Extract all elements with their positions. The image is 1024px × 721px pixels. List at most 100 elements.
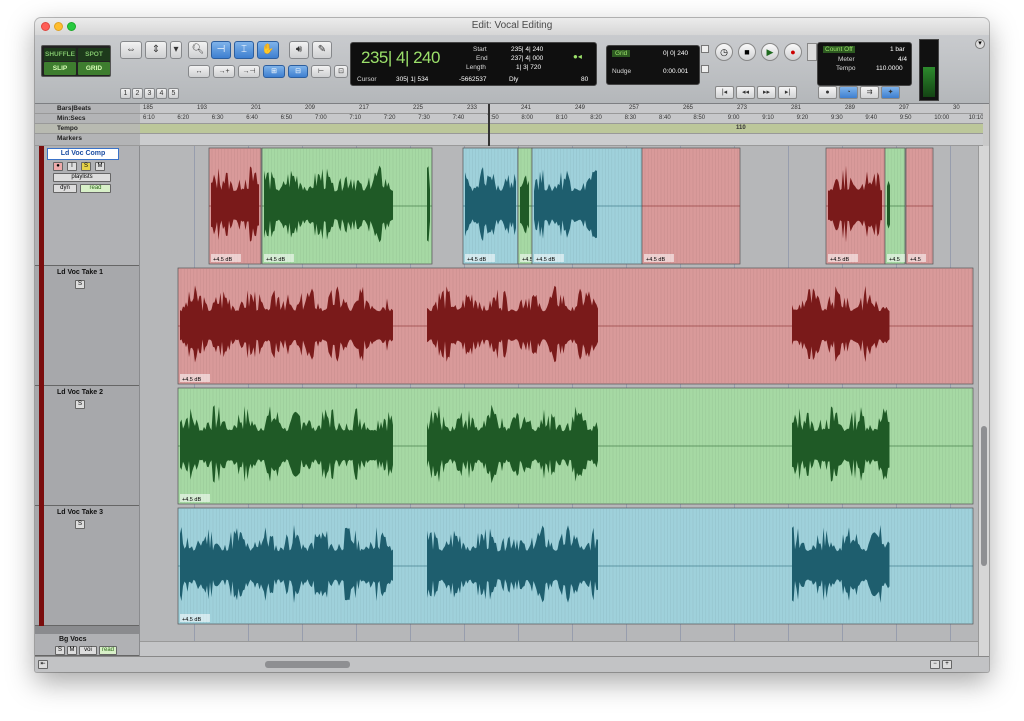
markers-ruler-label[interactable]: Markers (35, 134, 140, 146)
zoom-preset-1[interactable]: 1 (120, 88, 131, 99)
conductor-icon[interactable]: ✦ (881, 86, 900, 99)
clip-gain-label[interactable]: +4.5 (889, 257, 900, 263)
markers-ruler[interactable] (140, 134, 983, 146)
length-value[interactable]: 1| 3| 720 (516, 64, 541, 71)
zoom-toggle-icon[interactable]: ▾ (170, 41, 182, 59)
clip-gain-label[interactable]: +4.5 dB (182, 617, 201, 623)
grid-toggle-icon[interactable] (701, 45, 709, 53)
clip-gain-label[interactable]: +4.5 dB (182, 377, 201, 383)
rewind-icon[interactable]: ◂◂ (736, 86, 755, 99)
bg-vocs-lane[interactable] (140, 641, 978, 656)
slip-mode-button[interactable]: SLIP (44, 62, 76, 75)
clip-gain-label[interactable]: +4.5 (910, 257, 921, 263)
pencil-tool-icon[interactable]: ✎ (312, 41, 332, 59)
tempo-ruler-label[interactable]: Tempo (35, 124, 140, 134)
audio-clip[interactable] (641, 147, 741, 265)
grid-label[interactable]: Grid (612, 50, 631, 57)
shuffle-mode-button[interactable]: SHUFFLE (44, 48, 76, 61)
trimmer-tool-icon[interactable]: ⊣ (211, 41, 231, 59)
bg-vocs-solo-button[interactable]: S (55, 646, 65, 655)
metronome-icon[interactable]: ◔ (839, 86, 858, 99)
bars-beats-ruler-label[interactable]: Bars|Beats (35, 104, 140, 114)
record-icon[interactable]: ● (784, 43, 802, 61)
take-2-lane[interactable]: +4.5 dB (140, 386, 978, 506)
fast-forward-icon[interactable]: ▸▸ (757, 86, 776, 99)
automation-mode-selector[interactable]: read (80, 184, 111, 193)
clip-gain-label[interactable]: +4.5 (522, 257, 533, 263)
keyboard-focus-icon[interactable]: ⊢ (311, 65, 331, 78)
zoom-in-icon[interactable]: + (942, 660, 952, 669)
zoom-out-icon[interactable]: − (930, 660, 940, 669)
count-off-bars[interactable]: 1 bar (890, 46, 905, 53)
tempo-ruler[interactable]: 110 (140, 124, 983, 134)
take-1-lane[interactable]: +4.5 dB (140, 266, 978, 386)
bars-beats-ruler[interactable]: 185 193 201 209 217 225 233 241 249 257 265 273 281 2… (140, 104, 983, 114)
zoom-preset-5[interactable]: 5 (168, 88, 179, 99)
tab-to-transient-icon[interactable]: ↔ (188, 65, 210, 78)
zoom-preset-4[interactable]: 4 (156, 88, 167, 99)
toolbar-menu-icon[interactable]: ▾ (975, 39, 985, 49)
zoomer-tool-icon[interactable]: 🔍︎ (188, 41, 208, 59)
playhead-marker[interactable] (488, 104, 490, 146)
link-timeline-icon[interactable]: →+ (213, 65, 235, 78)
track-name[interactable]: Ld Voc Take 3 (57, 509, 103, 516)
bg-vocs-automation-mode[interactable]: read (99, 646, 117, 655)
count-off-button[interactable]: Count Off (823, 46, 855, 53)
nudge-count[interactable]: 80 (581, 76, 588, 83)
input-monitor-icon[interactable]: I (67, 162, 77, 171)
selector-tool-icon[interactable]: ⌶ (234, 41, 254, 59)
midi-input-icon[interactable]: ●◂ (573, 52, 589, 62)
insertion-follows-icon[interactable]: ⊟ (288, 65, 308, 78)
bg-vocs-mute-button[interactable]: M (67, 646, 77, 655)
clip-gain-label[interactable]: +4.5 dB (266, 257, 285, 263)
ld-voc-comp-lane[interactable]: +4.5 dB +4.5 dB +4.5 dB +4.5 +4.5 dB +4.5 dB +… (140, 146, 978, 266)
scrubber-tool-icon[interactable]: 🔊︎ (289, 41, 309, 59)
dynamics-selector[interactable]: dyn (53, 184, 77, 193)
track-list-toggle-icon[interactable]: ⇤ (38, 660, 48, 669)
start-value[interactable]: 235| 4| 240 (511, 46, 543, 53)
playlists-selector[interactable]: playlists (53, 173, 111, 182)
zoom-vertical-icon[interactable]: ⇕ (145, 41, 167, 59)
nudge-value[interactable]: 0:00.001 (663, 68, 688, 75)
take-3-lane[interactable]: +4.5 dB (140, 506, 978, 626)
solo-button[interactable]: S (75, 280, 85, 289)
stop-icon[interactable]: ■ (738, 43, 756, 61)
return-to-zero-icon[interactable]: |◂ (715, 86, 734, 99)
track-name[interactable]: Ld Voc Comp (47, 148, 119, 160)
record-enable-icon[interactable]: ● (53, 162, 63, 171)
clip-gain-label[interactable]: +4.5 dB (536, 257, 555, 263)
solo-button[interactable]: S (75, 400, 85, 409)
play-icon[interactable]: ▶ (761, 43, 779, 61)
nudge-label[interactable]: Nudge (612, 68, 631, 75)
go-to-end-icon[interactable]: ▸| (778, 86, 797, 99)
vertical-scrollbar[interactable] (978, 146, 989, 656)
clip-gain-label[interactable]: +4.5 dB (646, 257, 665, 263)
clip-gain-label[interactable]: +4.5 dB (830, 257, 849, 263)
nudge-toggle-icon[interactable] (701, 65, 709, 73)
link-track-icon[interactable]: →⊣ (238, 65, 260, 78)
tempo-value[interactable]: 110.0000 (876, 65, 903, 72)
end-value[interactable]: 237| 4| 000 (511, 55, 543, 62)
mirror-midi-icon[interactable]: ⊞ (263, 65, 285, 78)
grid-mode-button[interactable]: GRID (78, 62, 110, 75)
main-counter-value[interactable]: 235| 4| 240 (361, 48, 440, 68)
edit-area[interactable]: +4.5 dB +4.5 dB +4.5 dB +4.5 +4.5 dB +4.5 dB +… (140, 146, 978, 656)
midi-merge-icon[interactable]: ⇉ (860, 86, 879, 99)
zoom-preset-2[interactable]: 2 (132, 88, 143, 99)
clip-gain-label[interactable]: +4.5 dB (182, 497, 201, 503)
zoom-preset-3[interactable]: 3 (144, 88, 155, 99)
grid-value[interactable]: 0| 0| 240 (663, 50, 688, 57)
vertical-scroll-thumb[interactable] (981, 426, 987, 566)
horizontal-scroll-thumb[interactable] (265, 661, 350, 668)
transport-menu-icon[interactable] (807, 43, 817, 61)
clip-gain-label[interactable]: +4.5 dB (213, 257, 232, 263)
track-name[interactable]: Ld Voc Take 2 (57, 389, 103, 396)
track-name[interactable]: Ld Voc Take 1 (57, 269, 103, 276)
meter-value[interactable]: 4/4 (898, 56, 907, 63)
wait-for-note-icon[interactable]: ● (818, 86, 837, 99)
grabber-tool-icon[interactable]: ✋ (257, 41, 279, 59)
min-secs-ruler[interactable]: 6:10 6:20 6:30 6:40 6:50 7:00 7:10 7:20 7:30 7:40… (140, 114, 983, 124)
tempo-marker[interactable]: 110 (736, 125, 746, 131)
mute-button[interactable]: M (95, 162, 105, 171)
solo-button[interactable]: S (75, 520, 85, 529)
